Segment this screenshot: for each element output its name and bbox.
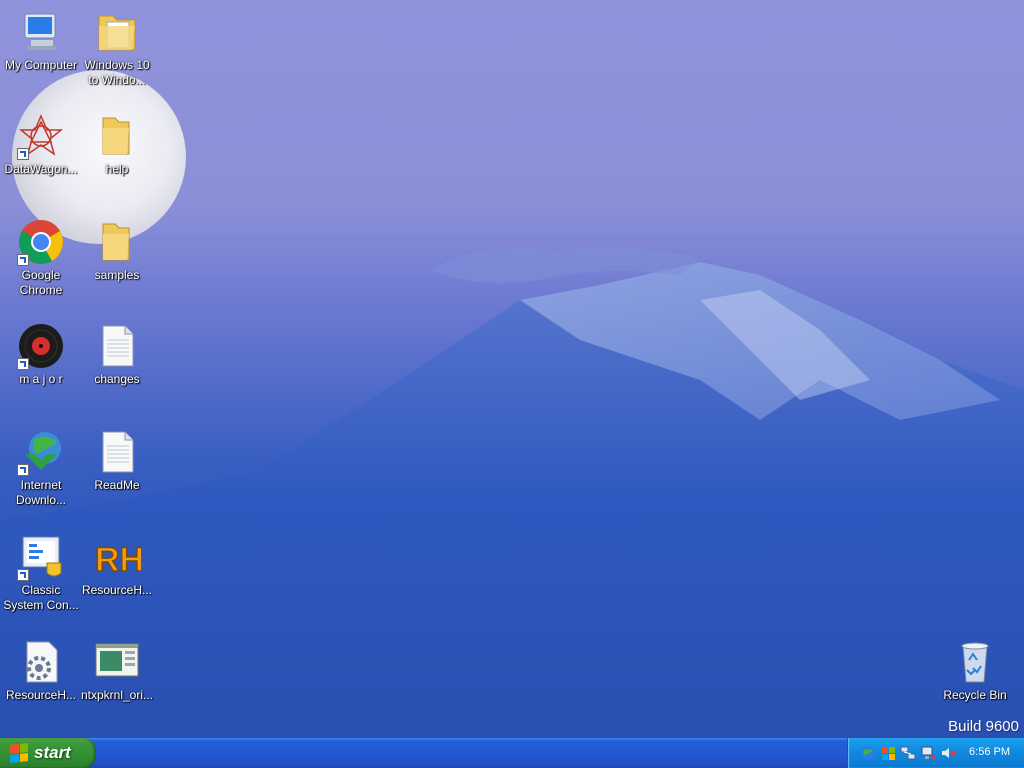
- folder-icon: [93, 218, 141, 266]
- desktop-icon-major[interactable]: m a j o r: [0, 322, 82, 387]
- icon-label: Google Chrome: [19, 268, 63, 297]
- desktop-icon-classic-system-control[interactable]: Classic System Con...: [0, 533, 82, 613]
- icon-label: DataWagon...: [4, 162, 78, 176]
- shortcut-arrow-icon: [17, 464, 29, 476]
- volume-muted-icon[interactable]: [940, 745, 956, 761]
- desktop-icon-recycle-bin[interactable]: Recycle Bin: [934, 638, 1016, 703]
- icon-label: Classic System Con...: [3, 583, 79, 612]
- network-tray-icon[interactable]: [900, 745, 916, 761]
- icon-label: ResourceH...: [5, 688, 77, 702]
- vinyl-record-icon: [17, 322, 65, 370]
- text-document-icon: [93, 428, 141, 476]
- icon-label: My Computer: [4, 58, 78, 72]
- clock[interactable]: 6:56 PM: [969, 746, 1010, 758]
- chrome-icon: [17, 218, 65, 266]
- shortcut-arrow-icon: [17, 569, 29, 581]
- icon-label: Internet Downlo...: [15, 478, 67, 507]
- security-flag-tray-icon[interactable]: [880, 745, 896, 761]
- desktop-icon-resourcehacker-1[interactable]: ResourceH...: [0, 638, 82, 703]
- computer-icon: [17, 8, 65, 56]
- text-document-icon: [93, 322, 141, 370]
- icon-label: ReadMe: [94, 478, 140, 492]
- taskbar: start 6:56 PM: [0, 738, 1024, 768]
- globe-download-icon: [17, 428, 65, 476]
- desktop-icon-samples-folder[interactable]: samples: [76, 218, 158, 283]
- icon-label: m a j o r: [19, 372, 63, 386]
- connection-tray-icon[interactable]: [920, 745, 936, 761]
- icon-label: ResourceH...: [81, 583, 153, 597]
- start-button[interactable]: start: [0, 738, 96, 768]
- globe-tray-icon[interactable]: [860, 745, 876, 761]
- datawagon-icon: [17, 112, 65, 160]
- desktop-icon-datawagon[interactable]: DataWagon...: [0, 112, 82, 177]
- icon-label: Recycle Bin: [943, 688, 1007, 702]
- windows-flag-icon: [10, 743, 28, 763]
- desktop-icon-help-folder[interactable]: help: [76, 112, 158, 177]
- desktop-icon-my-computer[interactable]: My Computer: [0, 8, 82, 73]
- icon-label: Windows 10 to Windo...: [84, 58, 150, 87]
- icon-label: samples: [94, 268, 140, 282]
- desktop-icon-google-chrome[interactable]: Google Chrome: [0, 218, 82, 298]
- system-tray: 6:56 PM: [847, 738, 1024, 768]
- shortcut-arrow-icon: [17, 358, 29, 370]
- build-watermark: Build 9600: [948, 718, 1019, 735]
- desktop-icon-ntxpkrnl[interactable]: ntxpkrnl_ori...: [76, 638, 158, 703]
- window-thumbnail-icon: [93, 638, 141, 686]
- desktop-icon-windows10-folder[interactable]: Windows 10 to Windo...: [76, 8, 158, 88]
- desktop-icon-changes[interactable]: changes: [76, 322, 158, 387]
- icon-label: changes: [94, 372, 140, 386]
- desktop-icon-readme[interactable]: ReadMe: [76, 428, 158, 493]
- folder-icon: [93, 112, 141, 160]
- folder-icon: [93, 8, 141, 56]
- desktop: My Computer DataWagon... Google Chrome m…: [0, 0, 1024, 738]
- icon-label: help: [105, 162, 129, 176]
- desktop-icon-resourcehacker-2[interactable]: RH ResourceH...: [76, 533, 158, 598]
- shortcut-arrow-icon: [17, 148, 29, 160]
- shortcut-arrow-icon: [17, 254, 29, 266]
- icon-label: ntxpkrnl_ori...: [80, 688, 154, 702]
- gear-document-icon: [17, 638, 65, 686]
- start-label: start: [34, 743, 71, 762]
- recycle-bin-icon: [951, 638, 999, 686]
- rh-logo-text: RH: [95, 541, 141, 579]
- desktop-icon-internet-download-manager[interactable]: Internet Downlo...: [0, 428, 82, 508]
- control-panel-icon: [17, 533, 65, 581]
- rh-logo-icon: RH: [93, 533, 145, 581]
